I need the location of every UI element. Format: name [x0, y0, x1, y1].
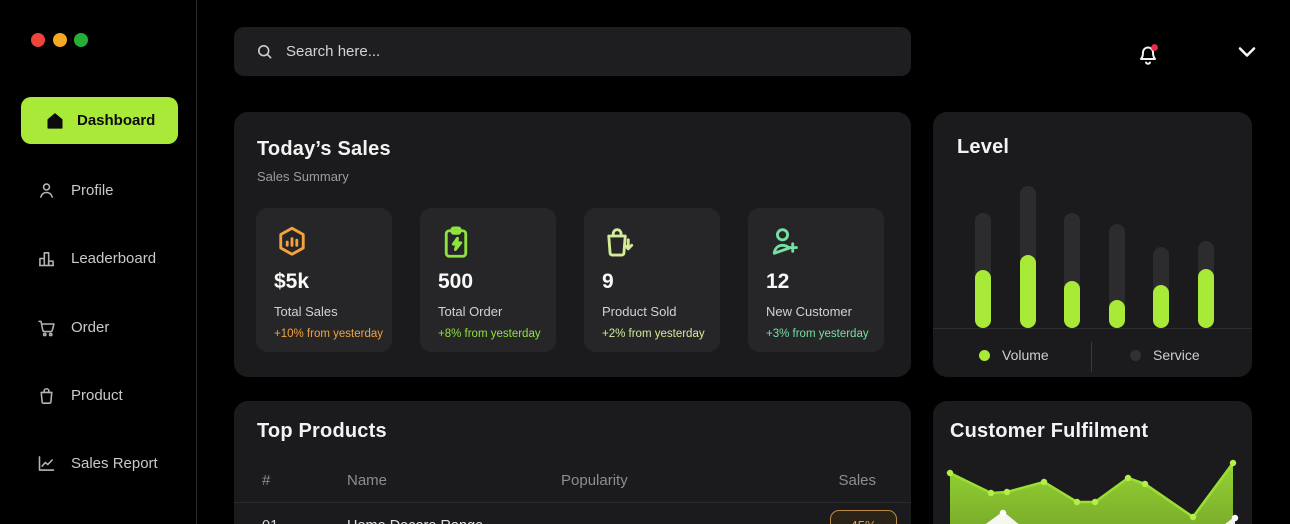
sidebar-item-label: Product: [71, 387, 123, 404]
stat-label: Product Sold: [602, 304, 676, 319]
divider: [1091, 342, 1092, 372]
stat-new-customer: 12 New Customer +3% from yesterday: [748, 208, 884, 352]
legend-volume: Volume: [979, 347, 1049, 363]
column-header-number: #: [262, 472, 270, 489]
row-name: Home Decore Range: [347, 518, 483, 524]
sidebar-item-order[interactable]: Order: [21, 310, 191, 344]
search-icon: [255, 42, 274, 61]
level-volume-bar: [1064, 281, 1080, 328]
sidebar-item-leaderboard[interactable]: Leaderboard: [21, 241, 191, 275]
stat-delta: +10% from yesterday: [274, 328, 383, 340]
dashboard-app: Dashboard Profile Leaderboard Order Prod: [0, 0, 1290, 524]
notification-dot: [1151, 44, 1158, 51]
sidebar-item-label: Leaderboard: [71, 250, 156, 267]
stat-delta: +8% from yesterday: [438, 328, 541, 340]
stat-total-sales: $5k Total Sales +10% from yesterday: [256, 208, 392, 352]
cart-icon: [36, 317, 57, 338]
customer-fulfilment-card: Customer Fulfilment: [933, 401, 1252, 524]
card-subtitle: Sales Summary: [257, 169, 349, 184]
window-zoom-button[interactable]: [74, 33, 88, 47]
bag-down-icon: [602, 224, 638, 260]
stat-product-sold: 9 Product Sold +2% from yesterday: [584, 208, 720, 352]
hexagon-chart-icon: [274, 224, 310, 260]
stat-value: 9: [602, 270, 614, 294]
level-volume-bar: [1198, 269, 1214, 328]
bag-icon: [36, 385, 57, 406]
card-title: Top Products: [257, 420, 387, 443]
level-volume-bar: [1109, 300, 1125, 328]
search-input[interactable]: [286, 43, 846, 60]
level-legend: Volume Service: [933, 340, 1252, 377]
column-header-sales: Sales: [814, 472, 876, 489]
legend-service: Service: [1130, 347, 1200, 363]
column-header-popularity: Popularity: [561, 472, 628, 489]
top-products-card: Top Products # Name Popularity Sales 01 …: [234, 401, 911, 524]
window-close-button[interactable]: [31, 33, 45, 47]
volume-dot-icon: [979, 350, 990, 361]
sidebar-item-product[interactable]: Product: [21, 378, 191, 412]
stat-total-order: 500 Total Order +8% from yesterday: [420, 208, 556, 352]
user-icon: [36, 180, 57, 201]
stat-label: Total Sales: [274, 304, 338, 319]
level-volume-bar: [1153, 285, 1169, 328]
sidebar-item-label: Order: [71, 319, 109, 336]
column-header-name: Name: [347, 472, 387, 489]
sidebar-item-label: Profile: [71, 182, 114, 199]
row-id: 01: [262, 518, 278, 524]
stat-value: $5k: [274, 270, 309, 294]
level-volume-bar: [975, 270, 991, 328]
card-title: Today’s Sales: [257, 138, 391, 161]
level-chart: [933, 180, 1252, 328]
card-title: Customer Fulfilment: [950, 420, 1148, 443]
notification-bell-icon[interactable]: [1132, 38, 1164, 70]
search-bar[interactable]: [234, 27, 911, 76]
stat-delta: +2% from yesterday: [602, 328, 705, 340]
home-icon: [45, 111, 65, 131]
line-chart-icon: [36, 453, 57, 474]
todays-sales-card: Today’s Sales Sales Summary $5k Total Sa…: [234, 112, 911, 377]
bar-chart-icon: [36, 248, 57, 269]
level-volume-bar: [1020, 255, 1036, 328]
legend-label: Volume: [1002, 347, 1049, 363]
stat-value: 500: [438, 270, 473, 294]
legend-label: Service: [1153, 347, 1200, 363]
window-minimize-button[interactable]: [53, 33, 67, 47]
sidebar-item-label: Dashboard: [77, 112, 155, 129]
stat-delta: +3% from yesterday: [766, 328, 869, 340]
level-card: Level Volume Service: [933, 112, 1252, 377]
chevron-down-icon[interactable]: [1235, 44, 1259, 62]
user-plus-icon: [766, 224, 802, 260]
divider: [234, 502, 911, 503]
card-title: Level: [957, 136, 1009, 159]
stat-label: New Customer: [766, 304, 852, 319]
sidebar-item-label: Sales Report: [71, 455, 158, 472]
sidebar-item-profile[interactable]: Profile: [21, 173, 191, 207]
sales-badge: 45%: [830, 510, 897, 524]
clipboard-bolt-icon: [438, 224, 474, 260]
sidebar-item-sales-report[interactable]: Sales Report: [21, 446, 191, 480]
sidebar-item-dashboard[interactable]: Dashboard: [21, 97, 178, 144]
stat-label: Total Order: [438, 304, 502, 319]
divider: [933, 328, 1252, 329]
stat-value: 12: [766, 270, 789, 294]
sidebar: Dashboard Profile Leaderboard Order Prod: [0, 0, 197, 524]
service-dot-icon: [1130, 350, 1141, 361]
